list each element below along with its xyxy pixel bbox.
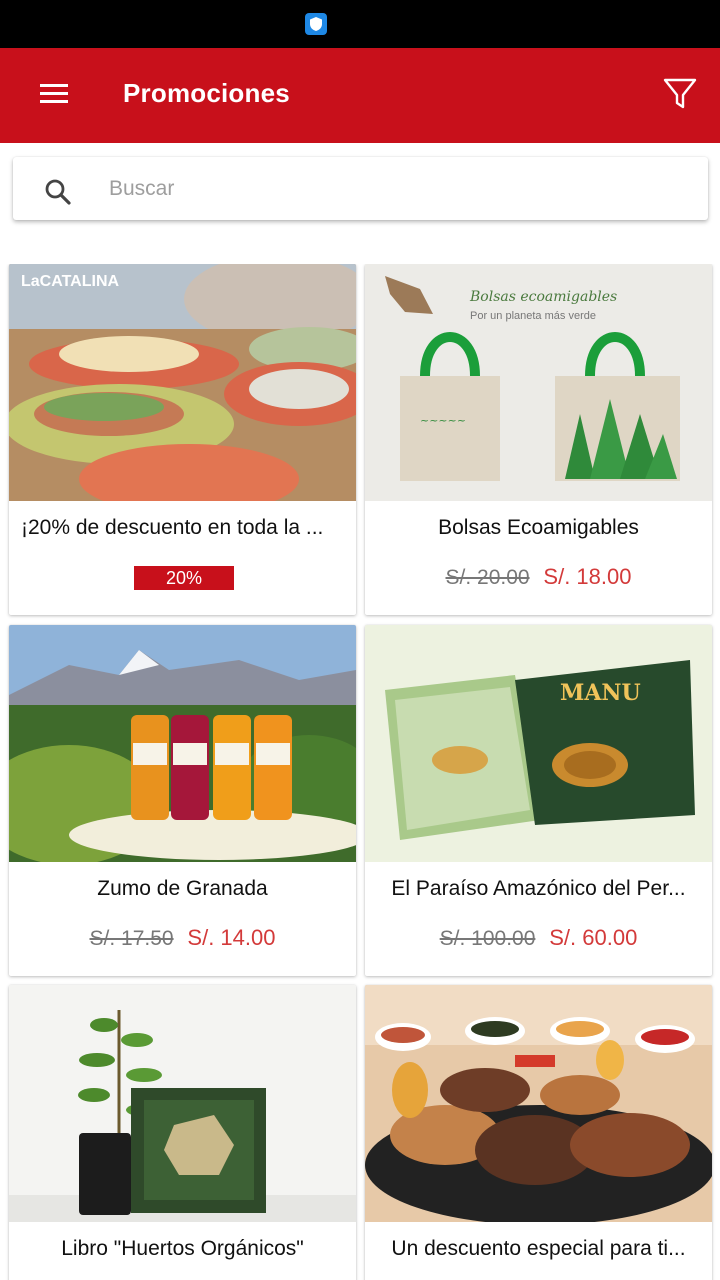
page-title: Promociones: [123, 78, 290, 108]
menu-icon: [40, 84, 68, 103]
promotion-title: ¡20% de descuento en toda la ...: [21, 516, 324, 539]
filter-button[interactable]: [660, 74, 708, 118]
manu-book-image: MANU: [365, 625, 712, 862]
svg-text:Por un planeta más verde: Por un planeta más verde: [470, 310, 596, 322]
price-row: S/. 100.00 S/. 60.00: [365, 925, 712, 951]
new-price: S/. 14.00: [187, 925, 276, 950]
juice-bottles-image: [9, 625, 356, 862]
app-bar: Promociones: [0, 48, 720, 143]
new-price: S/. 18.00: [543, 564, 632, 589]
promotion-card[interactable]: LaCATALINA ¡20% de descuento en toda la …: [9, 264, 356, 615]
price-row: S/. 17.50 S/. 14.00: [9, 925, 356, 951]
promotion-card[interactable]: MANU El Paraíso Amazónico del Per... S/.…: [365, 625, 712, 976]
plant-book-image: [9, 985, 356, 1222]
shield-icon: [305, 13, 327, 35]
discount-badge: 20%: [134, 566, 234, 590]
promotion-title: Bolsas Ecoamigables: [438, 516, 639, 539]
svg-text:~~~~~: ~~~~~: [420, 414, 466, 427]
promotion-title: Zumo de Granada: [97, 877, 268, 900]
svg-text:Bolsas ecoamigables: Bolsas ecoamigables: [469, 289, 617, 305]
eco-bags-image: Bolsas ecoamigables Por un planeta más v…: [365, 264, 712, 501]
promotion-card[interactable]: Libro "Huertos Orgánicos": [9, 985, 356, 1280]
promotion-card[interactable]: Zumo de Granada S/. 17.50 S/. 14.00: [9, 625, 356, 976]
status-bar: [0, 0, 720, 48]
svg-text:LaCATALINA: LaCATALINA: [21, 273, 120, 290]
promotion-title: El Paraíso Amazónico del Per...: [391, 877, 686, 900]
search-input[interactable]: [107, 167, 671, 211]
search-icon[interactable]: [43, 177, 73, 207]
promotion-title: Libro "Huertos Orgánicos": [61, 1237, 304, 1260]
restaurant-food-image: LaCATALINA: [9, 264, 356, 501]
old-price: S/. 17.50: [89, 927, 174, 950]
promotion-title: Un descuento especial para ti...: [391, 1237, 686, 1260]
new-price: S/. 60.00: [549, 925, 638, 950]
promotion-card[interactable]: Bolsas ecoamigables Por un planeta más v…: [365, 264, 712, 615]
grill-platter-image: [365, 985, 712, 1222]
promotions-grid: LaCATALINA ¡20% de descuento en toda la …: [0, 264, 720, 1280]
filter-icon: [663, 78, 697, 109]
search-bar: [13, 157, 708, 220]
menu-button[interactable]: [30, 73, 78, 117]
old-price: S/. 100.00: [439, 927, 536, 950]
promotion-card[interactable]: Un descuento especial para ti...: [365, 985, 712, 1280]
old-price: S/. 20.00: [445, 566, 530, 589]
svg-text:MANU: MANU: [560, 680, 641, 706]
price-row: S/. 20.00 S/. 18.00: [365, 564, 712, 590]
